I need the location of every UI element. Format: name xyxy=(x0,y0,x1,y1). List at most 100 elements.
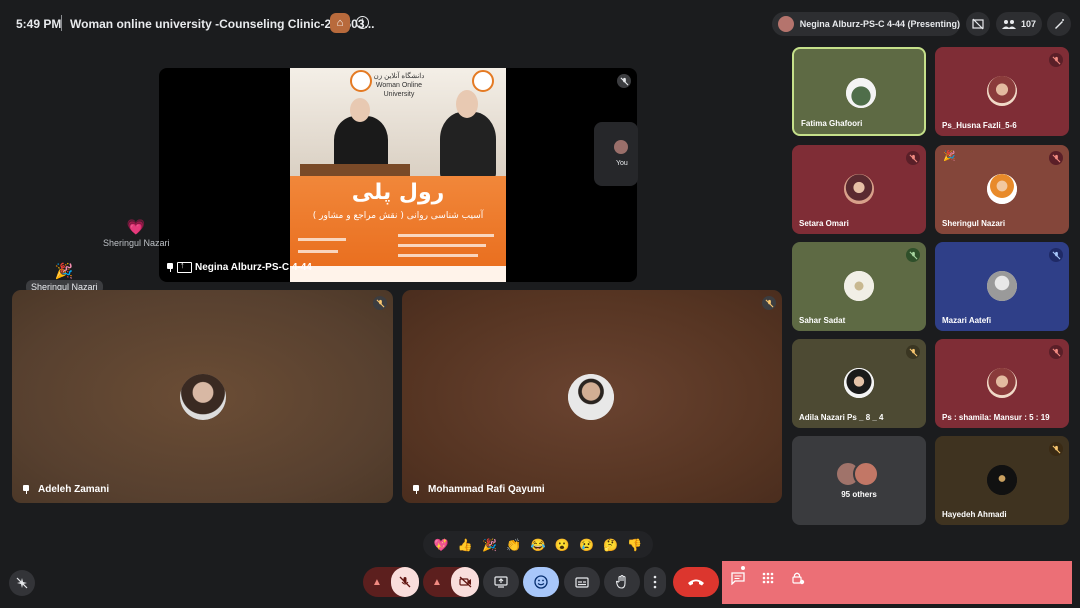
participant-tile[interactable]: Adeleh Zamani xyxy=(12,290,393,503)
captions-button[interactable] xyxy=(564,567,600,597)
reaction-surprised[interactable]: 😮 xyxy=(555,538,570,552)
mic-options-chevron-icon[interactable]: ▲ xyxy=(363,567,391,597)
reaction-thinking[interactable]: 🤔 xyxy=(603,538,618,552)
reaction-clap[interactable]: 👏 xyxy=(506,538,521,552)
mic-off-icon xyxy=(1049,151,1063,165)
presenter-chip[interactable]: Negina Alburz-PS-C 4-44 (Presenting) xyxy=(772,12,960,36)
avatar xyxy=(987,368,1017,398)
host-controls-lock-icon[interactable] xyxy=(790,570,806,586)
participant-name: Sahar Sadat xyxy=(799,316,846,325)
divider xyxy=(61,15,62,31)
avatar xyxy=(987,465,1017,495)
activities-icon[interactable] xyxy=(760,570,776,586)
reaction-laugh[interactable]: 😂 xyxy=(531,538,546,552)
poster-person xyxy=(440,112,496,180)
room-badge-icon[interactable]: ⌂ xyxy=(330,13,350,33)
floating-reaction: 💗 Sheringul Nazari xyxy=(98,218,175,250)
others-count: 95 others xyxy=(841,490,877,499)
poster-title: رول پلی xyxy=(351,180,445,205)
participant-name: Fatima Ghafoori xyxy=(801,119,863,128)
poster-face xyxy=(456,90,478,118)
participant-name: Sheringul Nazari xyxy=(942,219,1006,228)
poster-text-line xyxy=(398,254,478,257)
participant-tile[interactable]: Mohammad Rafi Qayumi xyxy=(402,290,782,503)
mic-off-icon xyxy=(617,74,631,88)
camera-off-button[interactable] xyxy=(451,567,479,597)
self-label: You xyxy=(616,160,628,167)
participant-tile[interactable]: Ps_Husna Fazli_5-6 xyxy=(935,47,1069,136)
participant-name: Mohammad Rafi Qayumi xyxy=(428,484,545,495)
more-options-button[interactable] xyxy=(644,567,666,597)
reaction-thumbs-down[interactable]: 👎 xyxy=(627,538,642,552)
mic-off-icon xyxy=(906,345,920,359)
others-tile[interactable]: 95 others xyxy=(792,436,926,525)
noise-cancel-icon[interactable] xyxy=(9,570,35,596)
tile-label: Adeleh Zamani xyxy=(22,484,109,495)
pin-icon[interactable] xyxy=(166,263,174,272)
party-popper-icon: 🎉 xyxy=(943,151,956,162)
reaction-sparkling-heart[interactable]: 💖 xyxy=(434,538,449,552)
pen-icon[interactable] xyxy=(1047,12,1071,36)
participant-name: Setara Omari xyxy=(799,219,849,228)
others-avatars xyxy=(835,461,879,487)
pin-icon[interactable] xyxy=(412,485,420,494)
participant-count: 107 xyxy=(1020,19,1037,29)
participant-tile[interactable]: Sahar Sadat xyxy=(792,242,926,331)
poster-footer xyxy=(290,266,506,282)
pin-icon[interactable] xyxy=(22,485,30,494)
camera-control-group: ▲ xyxy=(423,567,479,597)
avatar xyxy=(568,374,614,420)
avatar xyxy=(844,368,874,398)
avatar xyxy=(987,76,1017,106)
university-logo-icon xyxy=(472,70,494,92)
info-icon[interactable]: i xyxy=(356,16,369,29)
participant-name: Hayedeh Ahmadi xyxy=(942,510,1007,519)
reaction-thumbs-up[interactable]: 👍 xyxy=(458,538,473,552)
reaction-party[interactable]: 🎉 xyxy=(482,538,497,552)
poster-text-line xyxy=(398,244,486,247)
meeting-title: Woman online university -Counseling Clin… xyxy=(70,17,375,31)
participant-name: Ps_Husna Fazli_5-6 xyxy=(942,121,1017,130)
participant-tile[interactable]: Adila Nazari Ps _ 8 _ 4 xyxy=(792,339,926,428)
mic-off-icon xyxy=(1049,53,1063,67)
presented-poster: دانشگاه آنلاین زن Woman Online University… xyxy=(290,68,506,282)
presenter-chip-label: Negina Alburz-PS-C 4-44 (Presenting) xyxy=(799,19,960,29)
leave-call-button[interactable] xyxy=(673,567,719,597)
self-avatar xyxy=(614,140,628,154)
reaction-sender: Sheringul Nazari xyxy=(103,238,170,248)
participant-tile[interactable]: Setara Omari xyxy=(792,145,926,234)
poster-header: دانشگاه آنلاین زن Woman Online University xyxy=(373,73,425,98)
presentation-stage[interactable]: دانشگاه آنلاین زن Woman Online University… xyxy=(159,68,637,282)
reaction-sad[interactable]: 😢 xyxy=(579,538,594,552)
tile-label: Mohammad Rafi Qayumi xyxy=(412,484,545,495)
present-screen-button[interactable] xyxy=(483,567,519,597)
poster-text-line xyxy=(298,238,346,241)
emoji-reaction-button[interactable] xyxy=(523,567,559,597)
mic-off-icon xyxy=(1049,345,1063,359)
poster-photo: دانشگاه آنلاین زن Woman Online University xyxy=(290,68,506,180)
participant-name: Ps : shamila: Mansur : 5 : 19 xyxy=(942,413,1050,422)
camera-options-chevron-icon[interactable]: ▲ xyxy=(423,567,451,597)
participant-tile[interactable]: Fatima Ghafoori xyxy=(792,47,926,136)
mic-off-icon xyxy=(906,248,920,262)
top-bar: 5:49 PM Woman online university -Counsel… xyxy=(0,0,1080,46)
raise-hand-button[interactable] xyxy=(604,567,640,597)
clock: 5:49 PM xyxy=(16,17,62,31)
participant-tile[interactable]: Mazari Aatefi xyxy=(935,242,1069,331)
participant-tile[interactable]: 🎉 Sheringul Nazari xyxy=(935,145,1069,234)
poster-banner: رول پلی ( نقش مراجع و مشاور ) آسیب شناسی… xyxy=(290,176,506,282)
participant-tile[interactable]: Hayedeh Ahmadi xyxy=(935,436,1069,525)
chat-icon[interactable] xyxy=(730,570,746,586)
people-icon xyxy=(1001,19,1016,29)
participant-tile[interactable]: Ps : shamila: Mansur : 5 : 19 xyxy=(935,339,1069,428)
reaction-emoji: 💗 xyxy=(126,219,146,236)
mic-off-icon xyxy=(1049,442,1063,456)
avatar xyxy=(844,271,874,301)
people-button[interactable]: 107 xyxy=(996,12,1042,36)
hide-tiles-icon[interactable] xyxy=(966,12,990,36)
avatar xyxy=(987,271,1017,301)
self-view-tile[interactable]: You xyxy=(594,122,638,186)
presenter-name: Negina Alburz-PS-C 4-44 xyxy=(195,262,312,273)
mic-off-button[interactable] xyxy=(391,567,419,597)
side-panel-controls xyxy=(722,561,1072,604)
